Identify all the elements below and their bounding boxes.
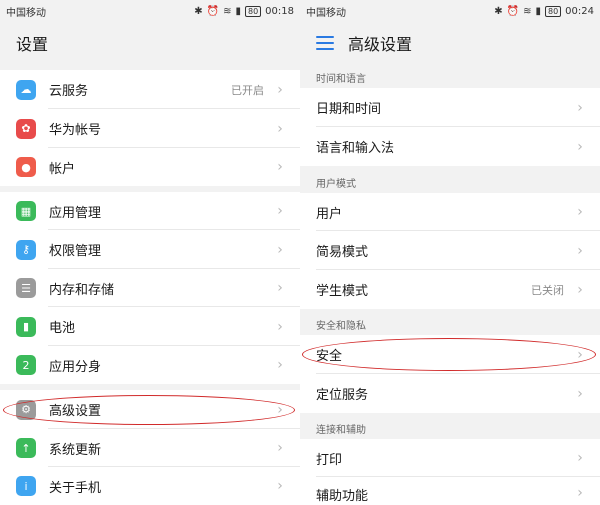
chevron-right-icon: › xyxy=(577,385,583,402)
update-icon: ↑ xyxy=(16,438,36,458)
battery-level: 80 xyxy=(544,5,562,17)
settings-item-simple-mode[interactable]: 简易模式 › xyxy=(300,231,600,270)
chevron-right-icon: › xyxy=(277,318,283,335)
status-bar: 中国移动 ✱ ⏰ ≋ ▮ 80 00:18 xyxy=(0,0,300,22)
page-title-bar: 高级设置 xyxy=(300,22,600,64)
settings-screen: 中国移动 ✱ ⏰ ≋ ▮ 80 00:18 设置 ☁ 云服务 已开启 › ✿ 华… xyxy=(0,0,300,505)
settings-item-security[interactable]: 安全 › xyxy=(300,335,600,374)
info-icon: ⅰ xyxy=(16,476,36,496)
chevron-right-icon: › xyxy=(577,99,583,116)
chevron-right-icon: › xyxy=(277,357,283,373)
carrier-label: 中国移动 xyxy=(6,7,46,19)
settings-item-permissions[interactable]: ⚷ 权限管理 › xyxy=(0,230,300,269)
page-title-bar: 设置 xyxy=(0,22,300,64)
chevron-right-icon: › xyxy=(277,478,283,494)
signal-icon: ▮ xyxy=(235,5,241,17)
battery-level: 80 xyxy=(244,5,262,17)
storage-icon: ☰ xyxy=(16,278,36,298)
chevron-right-icon: › xyxy=(577,346,583,363)
settings-item-storage[interactable]: ☰ 内存和存储 › xyxy=(0,269,300,307)
signal-icon: ▮ xyxy=(535,5,541,17)
wifi-icon: ≋ xyxy=(223,5,232,17)
chevron-right-icon: › xyxy=(277,203,283,219)
chevron-right-icon: › xyxy=(277,120,283,137)
settings-item-users[interactable]: 用户 › xyxy=(300,193,600,231)
clock: 00:24 xyxy=(565,5,594,17)
bluetooth-icon: ✱ xyxy=(494,5,503,17)
account-icon: ● xyxy=(16,157,36,177)
carrier-label: 中国移动 xyxy=(306,7,346,19)
page-title: 高级设置 xyxy=(348,35,413,54)
section-header: 用户模式 xyxy=(300,171,600,193)
chevron-right-icon: › xyxy=(577,485,583,501)
wifi-icon: ≋ xyxy=(523,5,532,17)
chevron-right-icon: › xyxy=(277,81,283,98)
chevron-right-icon: › xyxy=(577,450,583,466)
settings-item-advanced[interactable]: ⚙ 高级设置 › xyxy=(0,390,300,429)
status-icons: ✱ ⏰ ≋ ▮ 80 00:24 xyxy=(494,5,594,17)
chevron-right-icon: › xyxy=(277,440,283,456)
status-bar: 中国移动 ✱ ⏰ ≋ ▮ 80 00:24 xyxy=(300,0,600,22)
bluetooth-icon: ✱ xyxy=(194,5,203,17)
settings-item-update[interactable]: ↑ 系统更新 › xyxy=(0,429,300,467)
gear-icon: ⚙ xyxy=(16,399,36,420)
chevron-right-icon: › xyxy=(277,241,283,258)
settings-item-accessibility[interactable]: 辅助功能 › xyxy=(300,477,600,505)
settings-item-date-time[interactable]: 日期和时间 › xyxy=(300,88,600,127)
chevron-right-icon: › xyxy=(277,159,283,175)
alarm-icon: ⏰ xyxy=(206,5,220,17)
page-title: 设置 xyxy=(16,35,49,54)
clock: 00:18 xyxy=(265,5,294,17)
chevron-right-icon: › xyxy=(577,138,583,155)
advanced-settings-screen: 中国移动 ✱ ⏰ ≋ ▮ 80 00:24 高级设置 时间和语言 日期和时间 ›… xyxy=(300,0,600,505)
section-header: 连接和辅助 xyxy=(300,417,600,439)
alarm-icon: ⏰ xyxy=(506,5,520,17)
menu-icon[interactable] xyxy=(316,36,334,50)
settings-item-language-input[interactable]: 语言和输入法 › xyxy=(300,127,600,166)
settings-item-twin-app[interactable]: 2 应用分身 › xyxy=(0,346,300,384)
chevron-right-icon: › xyxy=(577,242,583,259)
apps-icon: ▦ xyxy=(16,201,36,221)
twin-app-icon: 2 xyxy=(16,355,36,375)
huawei-icon: ✿ xyxy=(16,118,36,139)
settings-item-apps[interactable]: ▦ 应用管理 › xyxy=(0,192,300,230)
settings-item-student-mode[interactable]: 学生模式 已关闭 › xyxy=(300,270,600,309)
chevron-right-icon: › xyxy=(277,280,283,296)
battery-icon: ▮ xyxy=(16,316,36,337)
section-header: 安全和隐私 xyxy=(300,313,600,335)
cloud-icon: ☁ xyxy=(16,79,36,100)
chevron-right-icon: › xyxy=(277,401,283,418)
settings-item-accounts[interactable]: ● 帐户 › xyxy=(0,148,300,186)
settings-item-location[interactable]: 定位服务 › xyxy=(300,374,600,413)
chevron-right-icon: › xyxy=(577,204,583,220)
section-header: 时间和语言 xyxy=(300,66,600,88)
cloud-status: 已开启 xyxy=(231,83,264,97)
screenshot-pair: 中国移动 ✱ ⏰ ≋ ▮ 80 00:18 设置 ☁ 云服务 已开启 › ✿ 华… xyxy=(0,0,600,505)
settings-item-huawei-id[interactable]: ✿ 华为帐号 › xyxy=(0,109,300,148)
chevron-right-icon: › xyxy=(577,281,583,298)
settings-item-cloud[interactable]: ☁ 云服务 已开启 › xyxy=(0,70,300,109)
status-icons: ✱ ⏰ ≋ ▮ 80 00:18 xyxy=(194,5,294,17)
settings-item-battery[interactable]: ▮ 电池 › xyxy=(0,307,300,346)
settings-item-about[interactable]: ⅰ 关于手机 › xyxy=(0,467,300,505)
student-mode-status: 已关闭 xyxy=(531,283,564,297)
key-icon: ⚷ xyxy=(16,239,36,260)
settings-item-print[interactable]: 打印 › xyxy=(300,439,600,477)
